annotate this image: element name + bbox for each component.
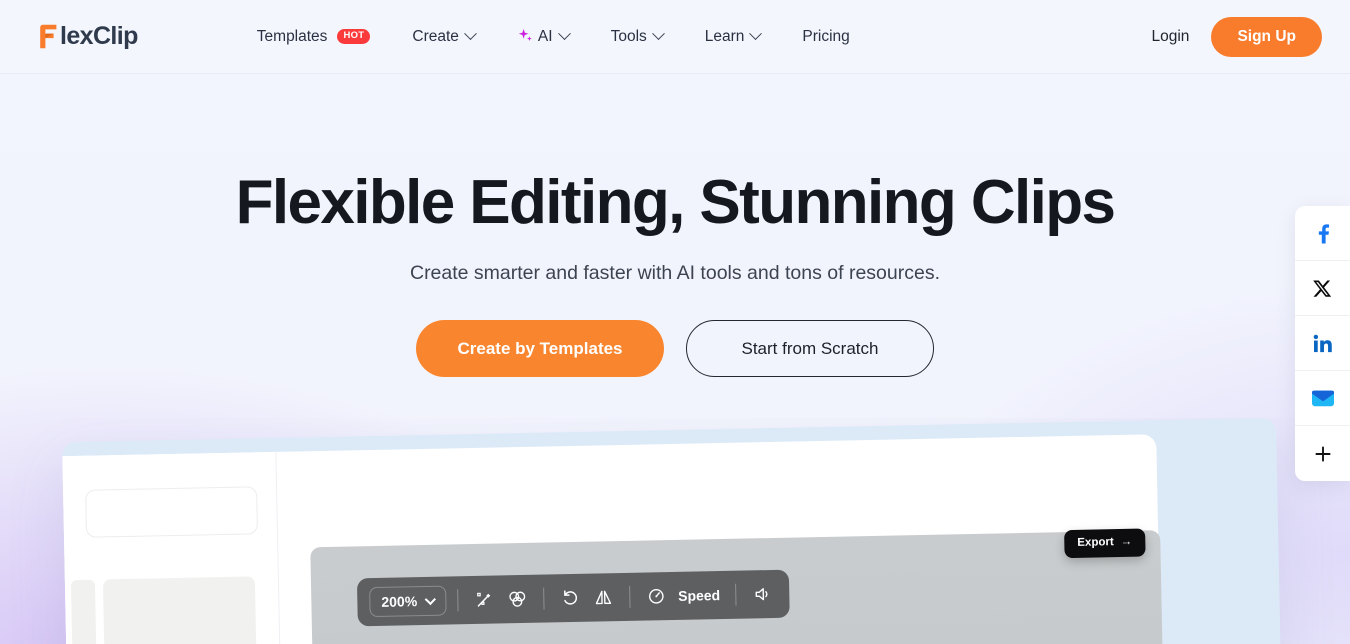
- chevron-down-icon: [424, 593, 436, 606]
- nav-item-learn[interactable]: Learn: [684, 20, 782, 54]
- speed-label[interactable]: Speed: [678, 587, 720, 604]
- volume-icon[interactable]: [747, 579, 778, 610]
- x-twitter-icon[interactable]: [1295, 261, 1350, 316]
- site-header: lexClip Templates HOT Create AI Tools Le…: [0, 0, 1350, 74]
- nav-item-pricing[interactable]: Pricing: [781, 20, 870, 54]
- magic-wand-icon[interactable]: [469, 584, 500, 615]
- flexclip-f-icon: [40, 24, 57, 49]
- export-label: Export: [1077, 536, 1114, 549]
- editor-toolbar: 200% Speed: [356, 569, 790, 627]
- zoom-level-value: 200%: [381, 593, 418, 610]
- start-from-scratch-button[interactable]: Start from Scratch: [686, 320, 934, 378]
- speed-gauge-icon[interactable]: [641, 581, 672, 612]
- arrow-right-icon: →: [1120, 535, 1133, 548]
- facebook-icon[interactable]: [1295, 206, 1350, 261]
- hero-subtitle: Create smarter and faster with AI tools …: [409, 262, 940, 285]
- hero-section: Flexible Editing, Stunning Clips Create …: [0, 74, 1350, 378]
- chevron-down-icon: [464, 27, 477, 41]
- linkedin-icon[interactable]: [1295, 316, 1350, 371]
- create-by-templates-button[interactable]: Create by Templates: [416, 320, 664, 378]
- chevron-down-icon: [749, 27, 763, 41]
- social-share-sidebar: [1295, 206, 1350, 481]
- main-nav: Templates HOT Create AI Tools Learn Pric…: [236, 20, 871, 54]
- signup-button[interactable]: Sign Up: [1211, 17, 1322, 57]
- logo[interactable]: lexClip: [38, 24, 138, 49]
- chevron-down-icon: [557, 27, 571, 41]
- preview-left-panel: Subscribe: [62, 451, 285, 644]
- preview-card-outer: 200% Speed Export →: [62, 418, 1284, 644]
- export-button[interactable]: Export →: [1064, 528, 1146, 558]
- nav-item-tools[interactable]: Tools: [590, 20, 684, 54]
- email-icon[interactable]: [1295, 371, 1350, 426]
- nav-label-ai: AI: [537, 27, 553, 45]
- toolbar-divider: [456, 589, 459, 612]
- rotate-left-icon[interactable]: [555, 583, 586, 614]
- preview-thumbnail-partial: [70, 579, 100, 644]
- logo-text: lexClip: [60, 22, 138, 50]
- preview-search-field[interactable]: [85, 486, 258, 538]
- nav-label-templates: Templates: [256, 27, 328, 45]
- flip-horizontal-icon[interactable]: [588, 582, 619, 613]
- nav-label-tools: Tools: [610, 27, 647, 45]
- page-root: lexClip Templates HOT Create AI Tools Le…: [0, 0, 1350, 644]
- chevron-down-icon: [651, 27, 665, 41]
- plus-icon[interactable]: [1295, 426, 1350, 481]
- nav-label-create: Create: [412, 27, 459, 45]
- nav-item-templates[interactable]: Templates HOT: [236, 20, 392, 54]
- nav-item-create[interactable]: Create: [391, 20, 496, 54]
- preview-thumbnail: Subscribe: [102, 576, 260, 644]
- hot-badge: HOT: [337, 29, 371, 44]
- color-circles-icon[interactable]: [502, 584, 533, 615]
- toolbar-divider: [628, 585, 631, 608]
- nav-label-pricing: Pricing: [802, 27, 850, 45]
- page-title: Flexible Editing, Stunning Clips: [235, 168, 1116, 237]
- header-actions: Login Sign Up: [1152, 0, 1322, 74]
- editor-preview: 200% Speed Export →: [0, 418, 1350, 644]
- hero-cta-group: Create by Templates Start from Scratch: [0, 320, 1350, 378]
- nav-label-learn: Learn: [704, 27, 745, 45]
- toolbar-divider: [542, 587, 545, 610]
- login-link[interactable]: Login: [1152, 28, 1190, 46]
- sparkle-icon: [518, 29, 532, 41]
- nav-item-ai[interactable]: AI: [496, 20, 590, 54]
- toolbar-divider: [734, 583, 737, 606]
- zoom-level-dropdown[interactable]: 200%: [369, 585, 447, 618]
